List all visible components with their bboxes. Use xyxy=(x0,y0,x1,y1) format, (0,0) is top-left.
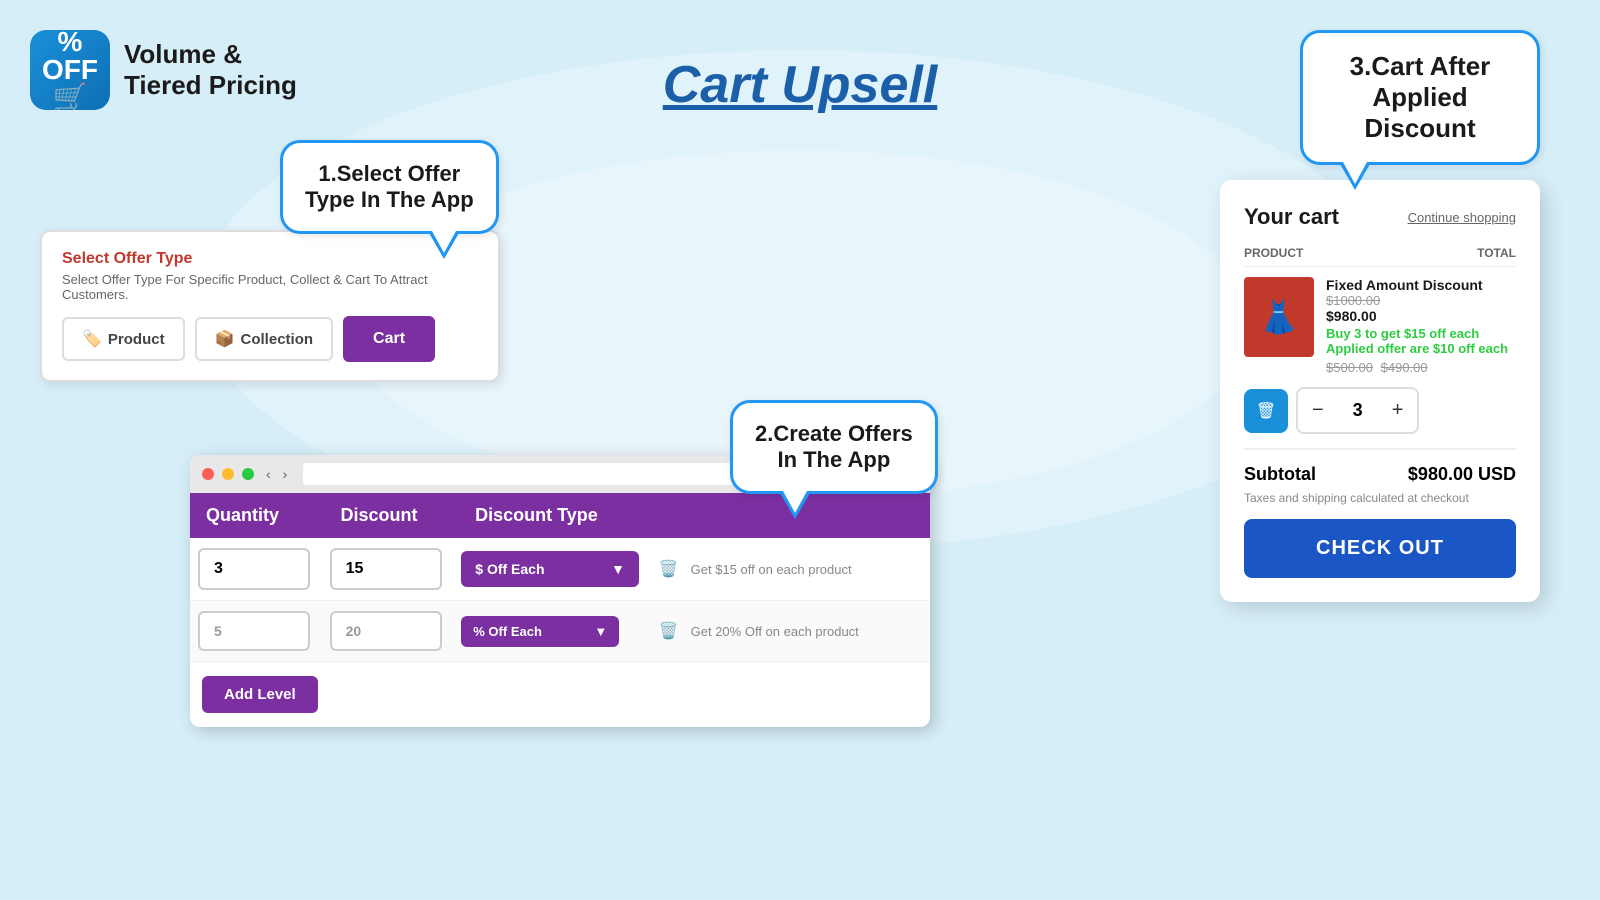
cart-title: Your cart xyxy=(1244,204,1339,230)
cart-delete-button[interactable]: 🗑 xyxy=(1244,389,1288,433)
cart-offer-text: Buy 3 to get $15 off each xyxy=(1326,326,1516,341)
app-title-line2: Tiered Pricing xyxy=(124,70,297,101)
cart-item-price-original: $1000.00 xyxy=(1326,293,1516,308)
offer-btn-cart[interactable]: Cart xyxy=(343,316,435,362)
app-logo-icon: %OFF🛒 xyxy=(30,30,110,110)
app-title-line1: Volume & xyxy=(124,39,297,70)
cart-item-name: Fixed Amount Discount xyxy=(1326,277,1516,293)
discount-type-label-2: % Off Each xyxy=(473,624,542,639)
cart-col-product: PRODUCT xyxy=(1244,246,1303,260)
trash-icon-1[interactable]: 🗑️ xyxy=(659,559,679,579)
discount-input-1[interactable] xyxy=(330,548,442,590)
discount-row-2: % Off Each ▼ 🗑️ Get 20% Off on each prod… xyxy=(190,601,930,662)
product-icon: 🏷️ xyxy=(82,329,102,349)
cart-controls: 🗑 − 3 + xyxy=(1244,387,1516,434)
browser-back-icon[interactable]: ‹ xyxy=(266,466,271,482)
step2-text: 2.Create OffersIn The App xyxy=(755,421,913,472)
step3-text: 3.Cart AfterApplied Discount xyxy=(1350,51,1491,143)
discount-table-window: ‹ › Quantity Discount Discount Type $ Of… xyxy=(190,455,930,727)
discount-input-2[interactable] xyxy=(330,611,442,651)
app-logo-text: Volume & Tiered Pricing xyxy=(124,39,297,101)
step1-text: 1.Select OfferType In The App xyxy=(305,161,474,212)
cart-applied-text: Applied offer are $10 off each xyxy=(1326,341,1516,356)
offer-type-buttons: 🏷️ Product 📦 Collection Cart xyxy=(62,316,478,362)
offer-btn-collection-label: Collection xyxy=(241,331,314,348)
discount-type-select-1[interactable]: $ Off Each ▼ xyxy=(461,551,639,587)
chevron-down-icon-2: ▼ xyxy=(594,624,607,639)
col-discount: Discount xyxy=(325,493,460,538)
offer-btn-cart-label: Cart xyxy=(373,330,405,348)
cart-price-strike: $500.00 xyxy=(1326,360,1373,375)
qty-input-1[interactable] xyxy=(198,548,310,590)
hint-text-2: Get 20% Off on each product xyxy=(687,624,859,639)
cart-qty-value: 3 xyxy=(1338,390,1378,431)
offer-panel-description: Select Offer Type For Specific Product, … xyxy=(62,272,478,302)
cart-divider xyxy=(1244,448,1516,450)
qty-decrease-button[interactable]: − xyxy=(1298,389,1338,432)
cart-item-price-current: $980.00 xyxy=(1326,308,1516,324)
cart-subtotal: Subtotal $980.00 USD xyxy=(1244,464,1516,485)
discount-type-label-1: $ Off Each xyxy=(475,561,544,577)
cart-col-total: TOTAL xyxy=(1477,246,1516,260)
cart-tax-text: Taxes and shipping calculated at checkou… xyxy=(1244,491,1516,505)
browser-dot-yellow[interactable] xyxy=(222,468,234,480)
cart-column-headers: PRODUCT TOTAL xyxy=(1244,246,1516,267)
step2-bubble: 2.Create OffersIn The App xyxy=(730,400,938,494)
subtotal-value: $980.00 USD xyxy=(1408,464,1516,485)
offer-btn-product[interactable]: 🏷️ Product xyxy=(62,317,185,361)
cart-header: Your cart Continue shopping xyxy=(1244,204,1516,230)
cart-qty-control: − 3 + xyxy=(1296,387,1419,434)
qty-input-2[interactable] xyxy=(198,611,310,651)
col-quantity: Quantity xyxy=(190,493,325,538)
hint-text-1: Get $15 off on each product xyxy=(687,562,852,577)
cart-price-discounted: $490.00 xyxy=(1381,360,1428,375)
offer-panel-title: Select Offer Type xyxy=(62,250,478,268)
add-level-button[interactable]: Add Level xyxy=(202,676,318,713)
continue-shopping-link[interactable]: Continue shopping xyxy=(1408,210,1516,225)
col-discount-type: Discount Type xyxy=(459,493,661,538)
browser-dot-red[interactable] xyxy=(202,468,214,480)
page-title: Cart Upsell xyxy=(663,55,938,115)
cart-item: 👗 Fixed Amount Discount $1000.00 $980.00… xyxy=(1244,277,1516,375)
offer-btn-collection[interactable]: 📦 Collection xyxy=(195,317,333,361)
step3-bubble: 3.Cart AfterApplied Discount xyxy=(1300,30,1540,165)
step1-bubble: 1.Select OfferType In The App xyxy=(280,140,499,234)
cart-item-details: Fixed Amount Discount $1000.00 $980.00 B… xyxy=(1326,277,1516,375)
cart-panel: Your cart Continue shopping PRODUCT TOTA… xyxy=(1220,180,1540,602)
browser-dot-green[interactable] xyxy=(242,468,254,480)
trash-icon-2[interactable]: 🗑️ xyxy=(659,621,679,641)
chevron-down-icon-1: ▼ xyxy=(611,561,625,577)
checkout-button[interactable]: CHECK OUT xyxy=(1244,519,1516,578)
discount-row-1: $ Off Each ▼ 🗑️ Get $15 off on each prod… xyxy=(190,538,930,601)
cart-item-image: 👗 xyxy=(1244,277,1314,357)
browser-forward-icon[interactable]: › xyxy=(283,466,288,482)
offer-btn-product-label: Product xyxy=(108,331,165,348)
cart-price-row: $500.00 $490.00 xyxy=(1326,360,1516,375)
qty-increase-button[interactable]: + xyxy=(1378,389,1418,432)
discount-table-header: Quantity Discount Discount Type xyxy=(190,493,930,538)
discount-type-select-2[interactable]: % Off Each ▼ xyxy=(461,616,619,647)
trash-icon: 🗑 xyxy=(1256,401,1276,421)
collection-icon: 📦 xyxy=(215,329,235,349)
subtotal-label: Subtotal xyxy=(1244,464,1316,485)
logo-area: %OFF🛒 Volume & Tiered Pricing xyxy=(30,30,297,110)
